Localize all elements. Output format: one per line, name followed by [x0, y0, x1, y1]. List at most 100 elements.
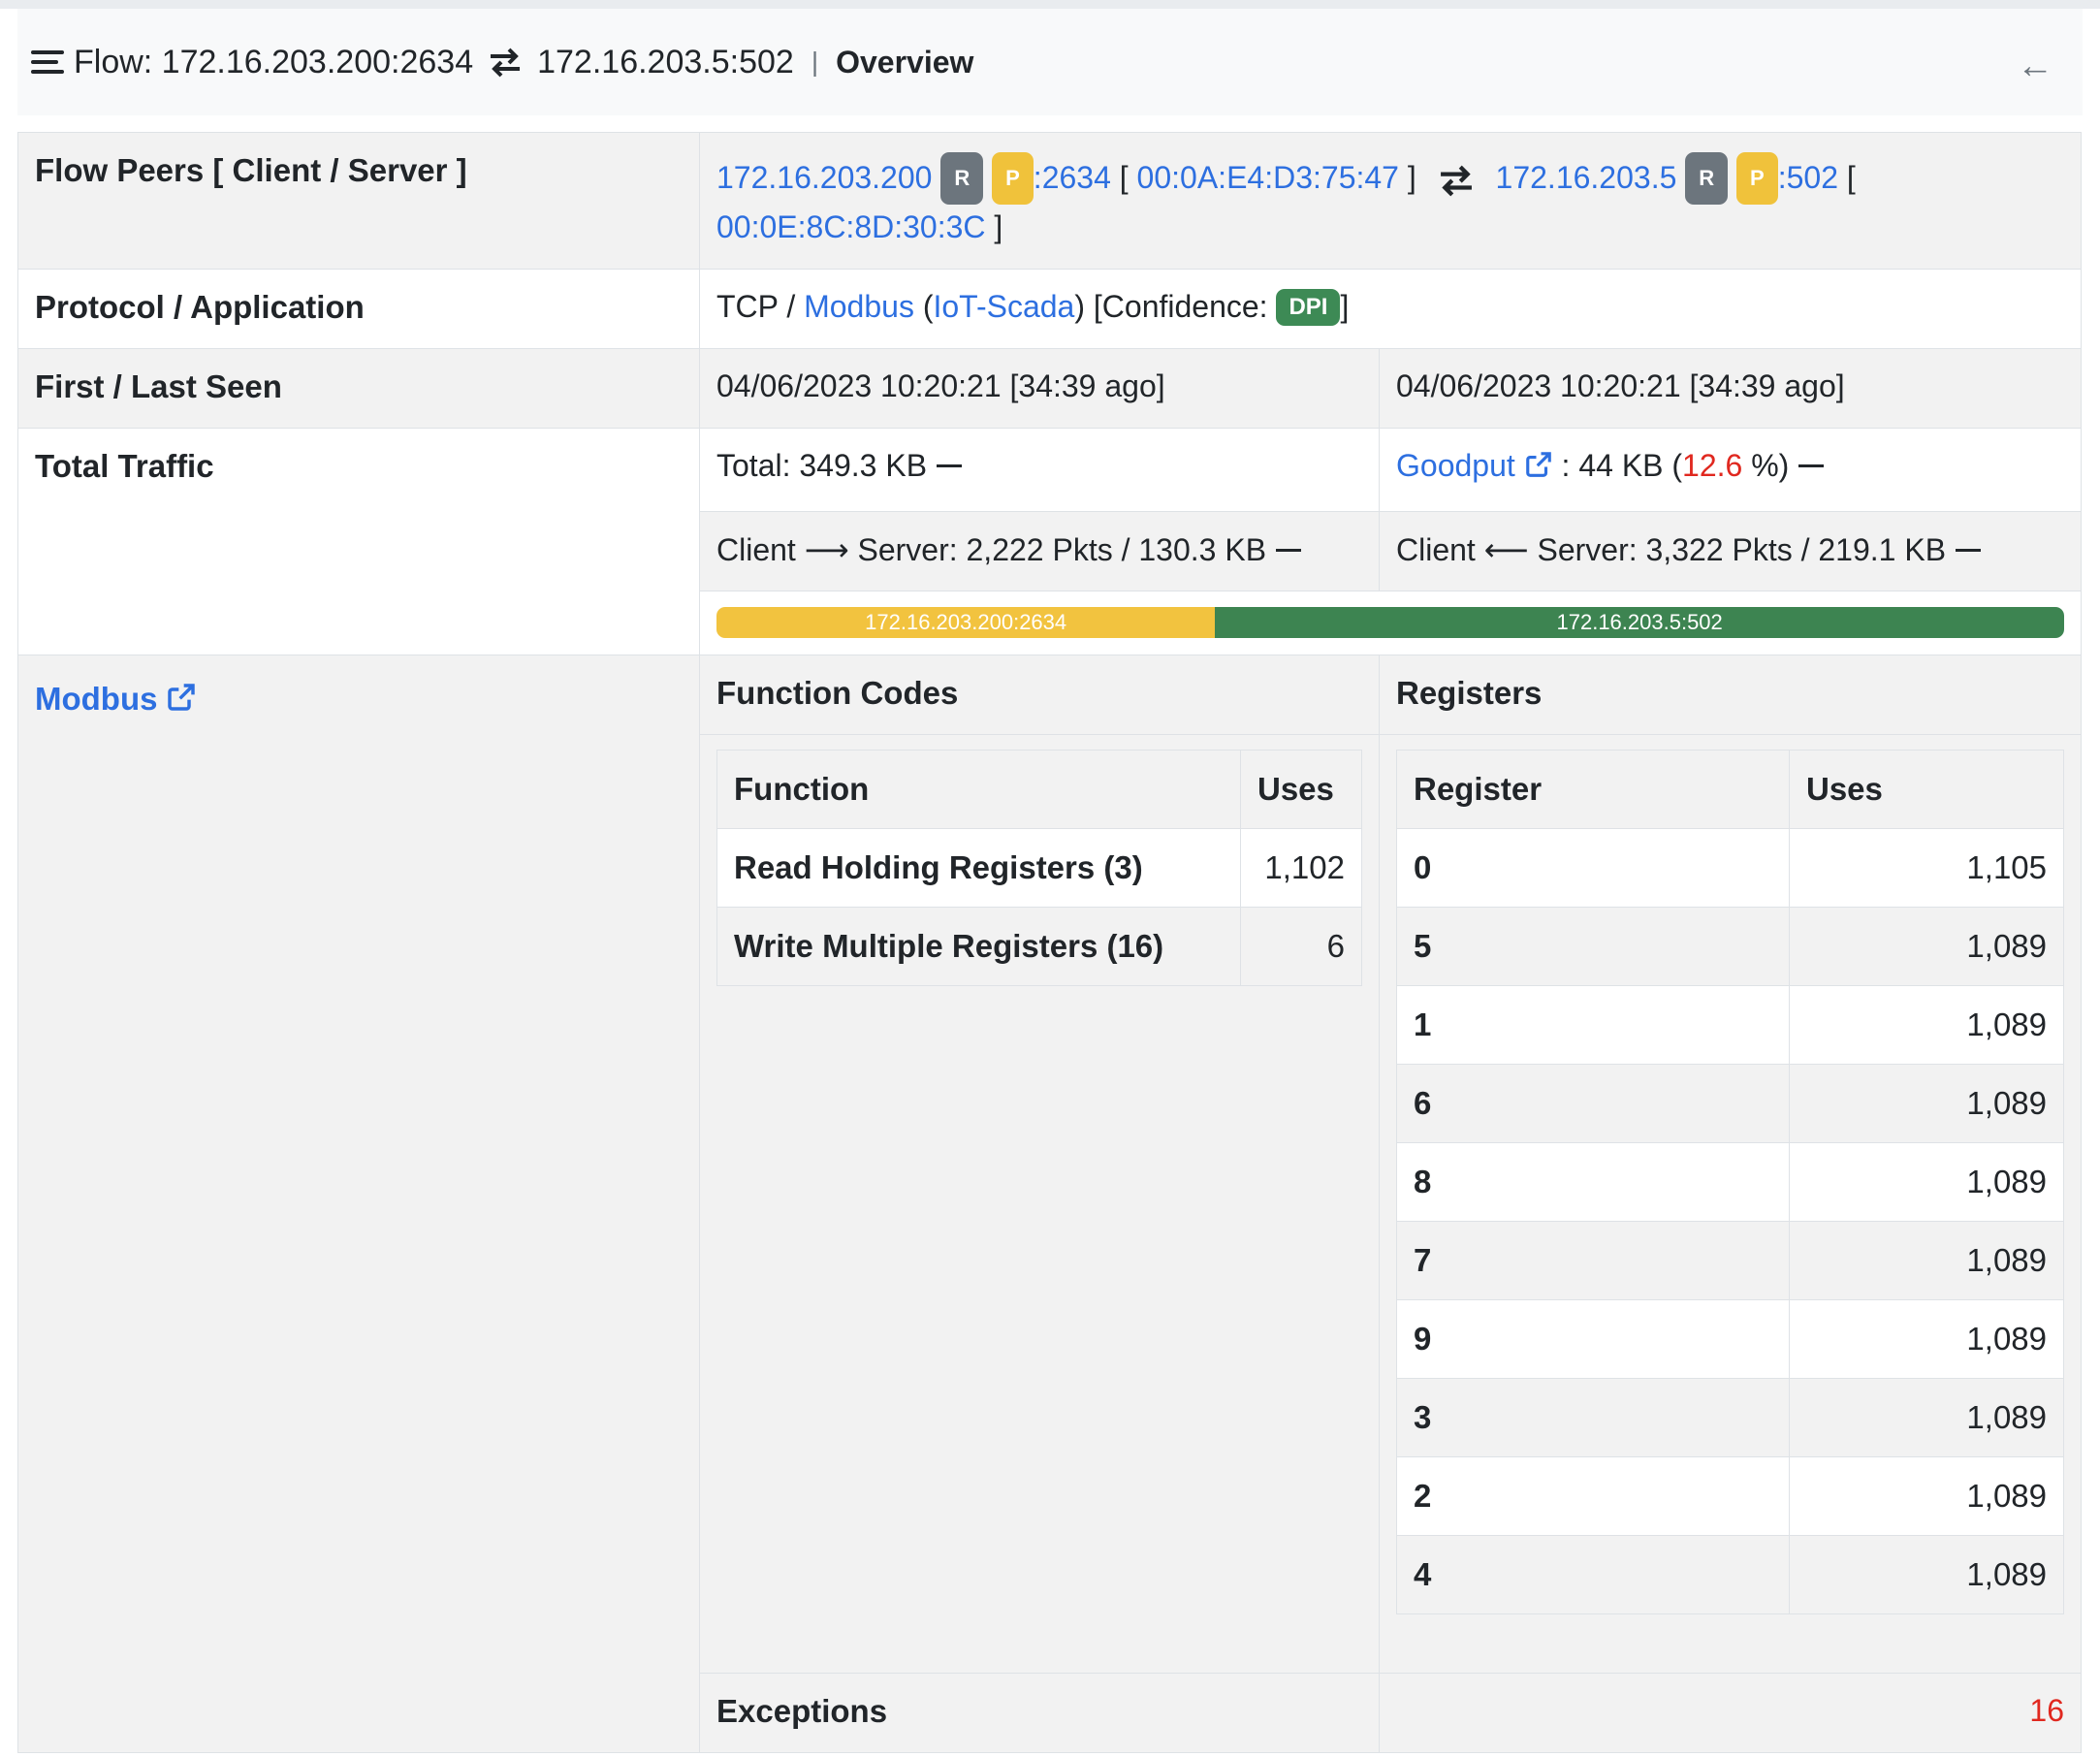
last-seen-value: 04/06/2023 10:20:21 [34:39 ago] — [1378, 348, 2083, 429]
external-link-icon[interactable] — [166, 682, 197, 713]
registers-table: Register Uses 0 1,105 5 1,089 1 1,089 6 1,089… — [1396, 750, 2065, 1614]
client-mac-link[interactable]: 00:0A:E4:D3:75:47 — [1137, 160, 1399, 195]
server-ip-link[interactable]: 172.16.203.5 — [1496, 160, 1677, 195]
client-private-badge: P — [992, 152, 1034, 205]
c2s-value: Server: 2,222 Pkts / 130.3 KB — [857, 532, 1267, 567]
register-uses: 1,089 — [1788, 1142, 2065, 1222]
server-port-link[interactable]: :502 — [1778, 160, 1838, 195]
trend-dash-icon — [937, 464, 963, 467]
register-uses: 1,089 — [1788, 1456, 2065, 1536]
function-table-cell: Function Uses Read Holding Registers (3) 1… — [699, 734, 1380, 1674]
server-remote-badge: R — [1685, 152, 1729, 205]
s2c-value: Server: 3,322 Pkts / 219.1 KB — [1537, 532, 1947, 567]
flow-peers-value: 172.16.203.200 R P:2634 [ 00:0A:E4:D3:75… — [698, 132, 2083, 270]
table-row: 7 1,089 — [1396, 1221, 2065, 1300]
table-row: Read Holding Registers (3) 1,102 — [716, 828, 1362, 908]
uses-column-header: Uses — [1788, 750, 2065, 829]
function-codes-table: Function Uses Read Holding Registers (3) 1… — [716, 750, 1362, 986]
total-traffic-value: Total: 349.3 KB — [716, 448, 928, 483]
table-row: 6 1,089 — [1396, 1064, 2065, 1143]
register-id: 9 — [1396, 1299, 1790, 1379]
server-mac-close: ] — [994, 209, 1003, 244]
client-mac-open: [ — [1119, 160, 1129, 195]
goodput-value: : 44 KB ( — [1561, 448, 1683, 483]
register-uses: 1,089 — [1788, 1535, 2065, 1614]
server-traffic-segment: 172.16.203.5:502 — [1215, 607, 2064, 638]
trend-dash-icon — [1956, 549, 1982, 552]
row-protocol: Protocol / Application TCP / Modbus (IoT… — [17, 269, 2083, 349]
register-id: 4 — [1396, 1535, 1790, 1614]
traffic-bar-cell: 172.16.203.200:2634 172.16.203.5:502 — [698, 591, 2083, 655]
exceptions-label: Exceptions — [699, 1673, 1380, 1753]
client-traffic-segment: 172.16.203.200:2634 — [716, 607, 1216, 638]
goodput-percent: 12.6 — [1682, 448, 1743, 483]
registers-title: Registers — [1378, 655, 2083, 735]
register-uses: 1,089 — [1788, 1064, 2065, 1143]
s2c-client-label: Client — [1396, 532, 1476, 567]
table-row: 2 1,089 — [1396, 1456, 2065, 1536]
trend-dash-icon — [1798, 464, 1825, 467]
total-traffic-cell: Total: 349.3 KB — [699, 428, 1380, 512]
client-ip-link[interactable]: 172.16.203.200 — [716, 160, 932, 195]
left-arrow-icon: ⟵ — [1483, 532, 1529, 567]
traffic-label: Total Traffic — [17, 428, 700, 655]
flow-peers-label: Flow Peers [ Client / Server ] — [17, 132, 700, 270]
register-uses: 1,089 — [1788, 1221, 2065, 1300]
function-uses: 1,102 — [1240, 828, 1362, 908]
modbus-link[interactable]: Modbus — [35, 681, 157, 717]
section-title: Overview — [836, 44, 974, 80]
top-border — [0, 0, 2100, 9]
row-total-traffic: Total Traffic Total: 349.3 KB Goodput : … — [17, 428, 2083, 655]
row-flow-peers: Flow Peers [ Client / Server ] 172.16.20… — [17, 132, 2083, 270]
register-uses: 1,105 — [1788, 828, 2065, 908]
confidence-close: ] — [1340, 289, 1350, 324]
flow-details-table: Flow Peers [ Client / Server ] 172.16.20… — [17, 132, 2083, 1753]
goodput-cell: Goodput : 44 KB (12.6 %) — [1378, 428, 2083, 512]
confidence-label: [Confidence: — [1093, 289, 1268, 324]
table-row: 9 1,089 — [1396, 1299, 2065, 1379]
table-row: 3 1,089 — [1396, 1378, 2065, 1457]
server-mac-open: [ — [1846, 160, 1856, 195]
protocol-label: Protocol / Application — [17, 269, 700, 349]
goodput-suffix: %) — [1742, 448, 1790, 483]
trend-dash-icon — [1276, 549, 1302, 552]
function-uses: 6 — [1240, 907, 1362, 986]
register-id: 7 — [1396, 1221, 1790, 1300]
uses-column-header: Uses — [1240, 750, 1362, 829]
server-to-client-cell: Client ⟵ Server: 3,322 Pkts / 219.1 KB — [1378, 511, 2083, 591]
goodput-link[interactable]: Goodput — [1396, 448, 1515, 483]
table-row: 1 1,089 — [1396, 985, 2065, 1065]
modbus-label-cell: Modbus — [17, 655, 700, 1753]
function-column-header: Function — [716, 750, 1241, 829]
function-name: Read Holding Registers (3) — [716, 828, 1241, 908]
flow-title: Flow: 172.16.203.200:2634 — [74, 43, 474, 80]
table-row: 8 1,089 — [1396, 1142, 2065, 1222]
register-uses: 1,089 — [1788, 1378, 2065, 1457]
back-arrow-icon[interactable]: ← — [2017, 46, 2053, 87]
register-id: 2 — [1396, 1456, 1790, 1536]
table-row: 0 1,105 — [1396, 828, 2065, 908]
register-id: 6 — [1396, 1064, 1790, 1143]
page-header: Flow: 172.16.203.200:2634 172.16.203.5:5… — [17, 9, 2083, 115]
function-codes-title: Function Codes — [699, 655, 1380, 735]
server-mac-link[interactable]: 00:0E:8C:8D:30:3C — [716, 209, 986, 244]
category-link[interactable]: IoT-Scada — [933, 289, 1074, 324]
hamburger-menu-icon[interactable] — [31, 48, 64, 76]
flow-server: 172.16.203.5:502 — [537, 43, 794, 80]
app-protocol-link[interactable]: Modbus — [804, 289, 914, 324]
c2s-client-label: Client — [716, 532, 796, 567]
server-private-badge: P — [1736, 152, 1778, 205]
registers-table-cell: Register Uses 0 1,105 5 1,089 1 1,089 6 1,089… — [1378, 734, 2083, 1674]
register-id: 3 — [1396, 1378, 1790, 1457]
exceptions-value: 16 — [1378, 1673, 2083, 1753]
l4-protocol: TCP / — [716, 289, 805, 324]
register-column-header: Register — [1396, 750, 1790, 829]
client-port-link[interactable]: :2634 — [1034, 160, 1111, 195]
table-row: Write Multiple Registers (16) 6 — [716, 907, 1362, 986]
right-arrow-icon: ⟶ — [804, 532, 849, 567]
register-uses: 1,089 — [1788, 985, 2065, 1065]
traffic-ratio-bar: 172.16.203.200:2634 172.16.203.5:502 — [716, 607, 2064, 638]
client-remote-badge: R — [940, 152, 984, 205]
client-to-server-cell: Client ⟶ Server: 2,222 Pkts / 130.3 KB — [699, 511, 1380, 591]
external-link-icon[interactable] — [1524, 450, 1553, 479]
